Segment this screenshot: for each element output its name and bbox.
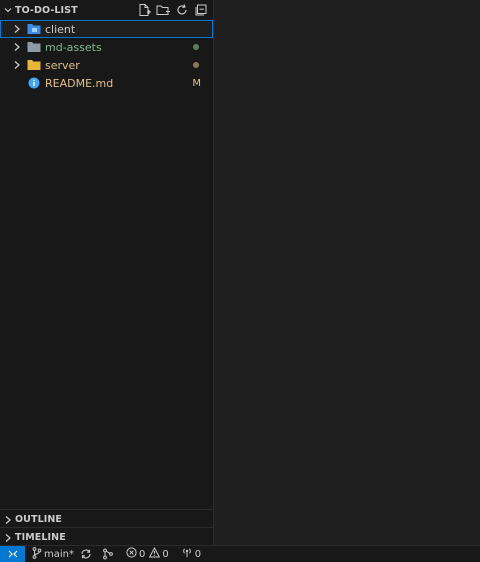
chevron-right-icon [11,60,23,70]
new-folder-icon[interactable] [155,2,171,18]
source-control-graph-icon[interactable] [102,548,114,560]
explorer-section-header[interactable]: TO-DO-LIST [0,0,213,20]
outline-title: OUTLINE [15,514,62,525]
modified-badge: M [192,77,201,89]
tree-item-server[interactable]: server [0,56,213,74]
tree-item-label: md-assets [45,40,102,54]
chevron-right-icon [11,24,23,34]
warning-count: 0 [162,548,169,560]
tree-item-label: client [45,22,76,36]
timeline-title: TIMELINE [15,532,66,543]
tree-item-readme[interactable]: README.md M [0,74,213,92]
tree-item-client[interactable]: client [0,20,213,38]
collapse-all-icon[interactable] [193,2,209,18]
editor-area [215,0,480,545]
file-tree: client md-assets server README.md M [0,20,213,92]
chevron-right-icon [11,42,23,52]
folder-icon [27,40,41,54]
tree-item-label: README.md [45,76,114,90]
vscode-window: TO-DO-LIST client md-assets server READM… [0,0,480,562]
ports-count: 0 [194,548,202,560]
problems-indicator[interactable]: 0 0 [126,546,169,561]
sync-icon[interactable] [80,548,92,560]
chevron-right-icon [1,515,15,525]
branch-indicator[interactable]: main* [32,546,74,562]
info-icon [27,76,41,90]
explorer-title: TO-DO-LIST [15,4,78,16]
chevron-right-icon [1,533,15,543]
explorer-actions [136,2,209,18]
modified-dot [193,62,199,68]
untracked-dot [193,44,199,50]
outline-section-header[interactable]: OUTLINE [0,509,213,529]
broadcast-icon [181,547,193,561]
warning-icon [149,546,161,561]
branch-name: main* [44,548,74,560]
git-branch-icon [32,546,42,562]
remote-indicator[interactable] [0,546,25,562]
timeline-section-header[interactable]: TIMELINE [0,527,213,547]
folder-icon [27,58,41,72]
tree-item-label: server [45,58,80,72]
error-count: 0 [139,548,146,560]
client-folder-icon [27,22,41,36]
status-bar: main* 0 0 0 [0,545,480,562]
chevron-down-icon [1,5,15,15]
error-icon [126,547,137,561]
new-file-icon[interactable] [136,2,152,18]
tree-item-md-assets[interactable]: md-assets [0,38,213,56]
refresh-icon[interactable] [174,2,190,18]
ports-indicator[interactable]: 0 [181,547,201,561]
explorer-sidebar: TO-DO-LIST client md-assets server READM… [0,0,214,545]
